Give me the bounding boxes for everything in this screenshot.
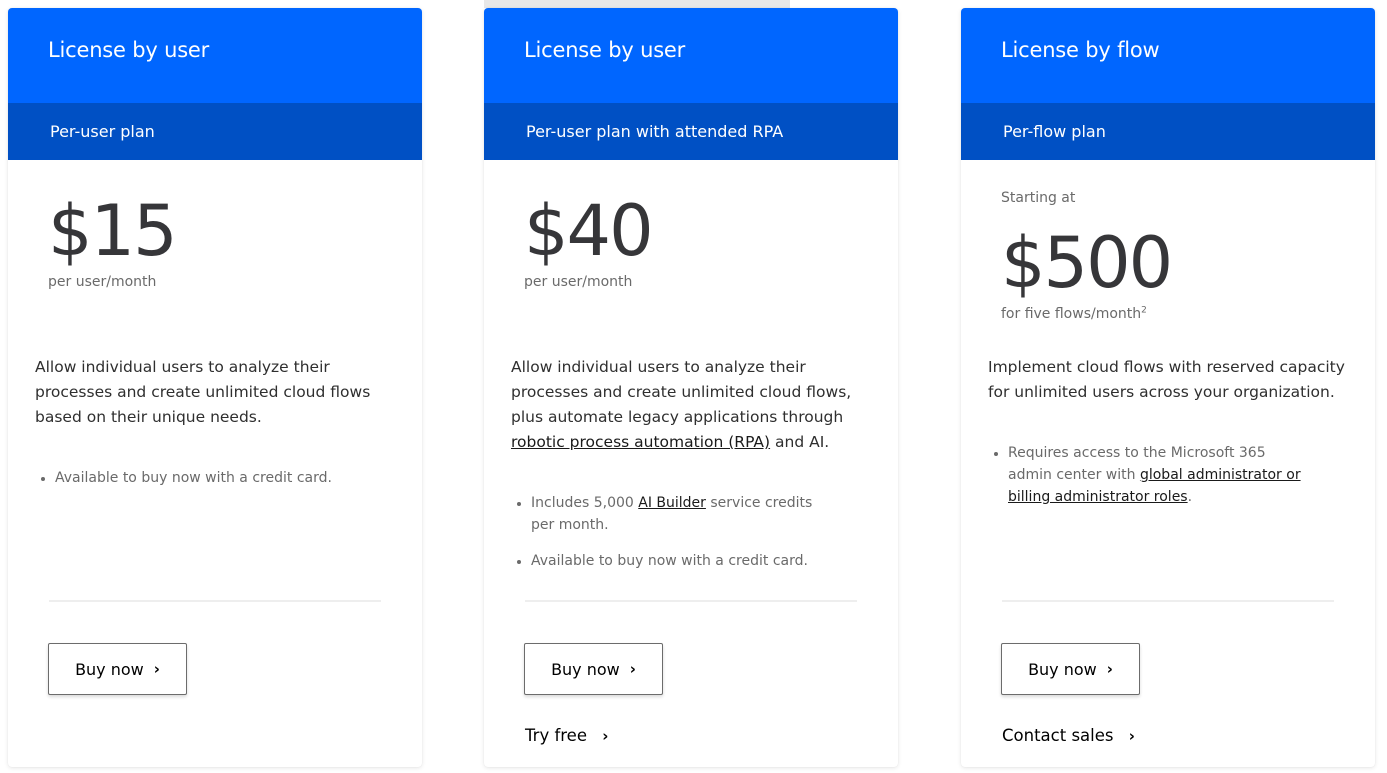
description-text: Allow individual users to analyze their … (511, 358, 852, 426)
plan-title: License by user (524, 38, 686, 62)
chevron-right-icon: › (1128, 727, 1135, 745)
plan-subtitle: Per-user plan (8, 103, 422, 160)
rpa-link[interactable]: robotic process automation (RPA) (511, 433, 770, 451)
buy-now-button[interactable]: Buy now › (48, 643, 187, 695)
plan-price: $15 (48, 190, 178, 272)
divider (525, 600, 857, 602)
buy-now-label: Buy now (75, 659, 144, 679)
starting-at-label: Starting at (1001, 190, 1076, 206)
buy-now-button[interactable]: Buy now › (524, 643, 663, 695)
plan-price: $40 (524, 190, 654, 272)
plan-description: Implement cloud flows with reserved capa… (988, 358, 1345, 401)
plan-card-per-flow: License by flow Per-flow plan Starting a… (961, 8, 1375, 767)
ai-builder-link[interactable]: AI Builder (638, 495, 706, 511)
plan-description: Allow individual users to analyze their … (511, 355, 881, 455)
buy-now-label: Buy now (1028, 659, 1097, 679)
description-text: and AI. (770, 433, 830, 451)
feature-item: Available to buy now with a credit card. (531, 550, 821, 572)
plan-header: License by user (484, 8, 898, 103)
plan-title: License by user (48, 38, 210, 62)
plan-subtitle: Per-flow plan (961, 103, 1375, 160)
buy-now-label: Buy now (551, 659, 620, 679)
price-unit: per user/month (524, 274, 633, 290)
contact-sales-link[interactable]: Contact sales › (1002, 726, 1135, 745)
plan-card-per-user-rpa: License by user Per-user plan with atten… (484, 8, 898, 767)
plan-card-per-user: License by user Per-user plan $15 per us… (8, 8, 422, 767)
plan-header: License by flow (961, 8, 1375, 103)
chevron-right-icon: › (629, 660, 636, 678)
feature-list: Includes 5,000 AI Builder service credit… (511, 492, 821, 586)
divider (49, 600, 381, 602)
buy-now-button[interactable]: Buy now › (1001, 643, 1140, 695)
feature-item: Available to buy now with a credit card. (55, 467, 385, 489)
chevron-right-icon: › (1106, 660, 1113, 678)
divider (1002, 600, 1334, 602)
price-unit: per user/month (48, 274, 157, 290)
background-strip (484, 0, 790, 8)
plan-description: Allow individual users to analyze their … (35, 358, 371, 426)
chevron-right-icon: › (602, 727, 609, 745)
try-free-link[interactable]: Try free › (525, 726, 608, 745)
plan-subtitle: Per-user plan with attended RPA (484, 103, 898, 160)
plan-price: $500 (1001, 222, 1173, 304)
feature-item: Requires access to the Microsoft 365 adm… (1008, 442, 1308, 508)
feature-item: Includes 5,000 AI Builder service credit… (531, 492, 821, 536)
feature-list: Available to buy now with a credit card. (35, 467, 385, 503)
feature-list: Requires access to the Microsoft 365 adm… (988, 442, 1308, 522)
footnote-marker: 2 (1141, 305, 1147, 316)
chevron-right-icon: › (153, 660, 160, 678)
plan-title: License by flow (1001, 38, 1160, 62)
plan-header: License by user (8, 8, 422, 103)
price-unit: for five flows/month2 (1001, 305, 1147, 322)
